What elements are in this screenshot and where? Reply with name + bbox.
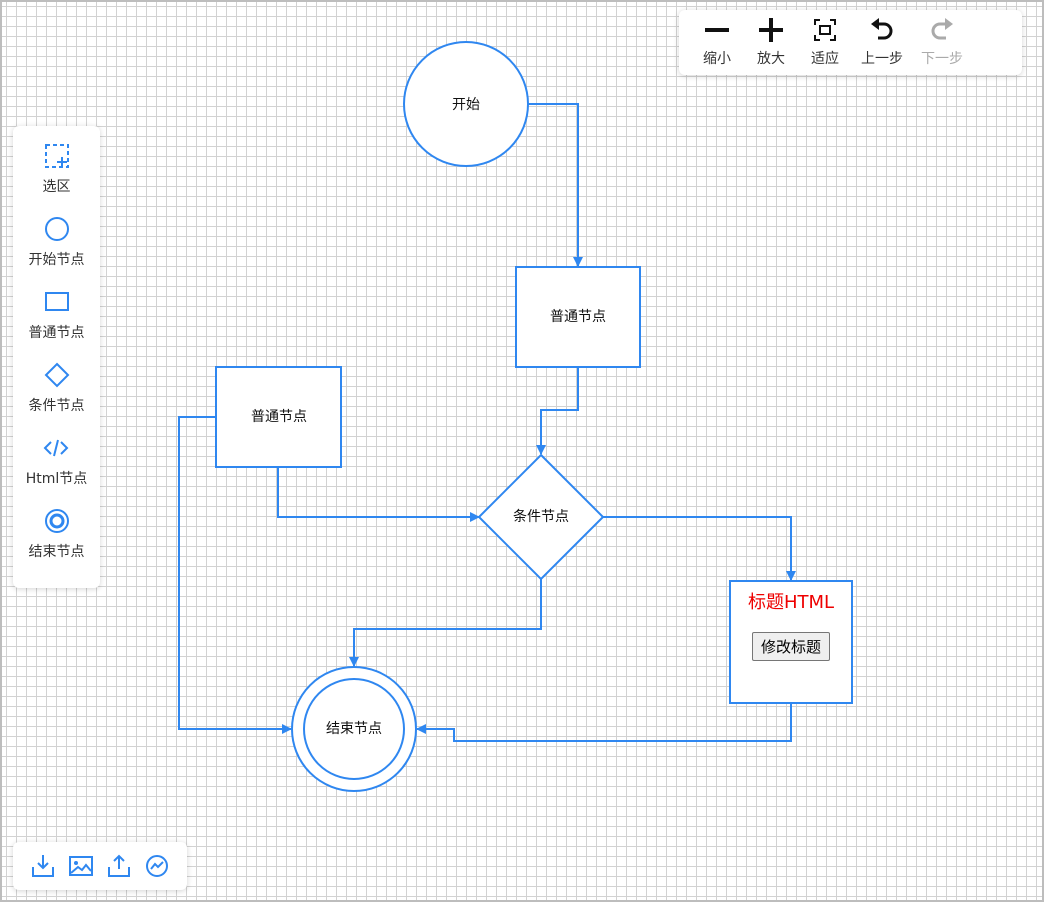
edge-normal2-to-condition[interactable] — [277, 467, 480, 522]
normal-node-2-label: 普通节点 — [251, 409, 307, 425]
minus-icon — [705, 28, 729, 32]
double-circle-icon — [44, 509, 69, 533]
end-node[interactable]: 结束节点 — [291, 666, 417, 792]
undo-label: 上一步 — [861, 51, 903, 67]
palette-item-normal-node[interactable]: 普通节点 — [29, 288, 85, 361]
html-node[interactable]: 标题HTML 修改标题 — [729, 580, 853, 704]
end-node-label: 结束节点 — [326, 721, 382, 737]
palette-item-label: 普通节点 — [28, 325, 85, 341]
palette-item-label: 条件节点 — [28, 398, 85, 414]
undo-button[interactable]: 上一步 — [861, 10, 903, 68]
edge-normal-to-condition[interactable] — [536, 367, 579, 455]
edge-start-to-normal[interactable] — [528, 103, 583, 267]
zoom-out-button[interactable]: 缩小 — [699, 10, 735, 68]
plus-icon — [759, 18, 783, 42]
palette-item-condition-node[interactable]: 条件节点 — [29, 361, 85, 434]
fit-label: 适应 — [811, 51, 839, 67]
redo-button[interactable]: 下一步 — [921, 10, 963, 68]
edge-condition-to-end[interactable] — [349, 579, 542, 667]
normal-node-1-label: 普通节点 — [550, 309, 606, 325]
palette-item-label: Html节点 — [25, 471, 88, 487]
top-toolbar: 缩小 放大 适应 上一步 下一步 — [679, 10, 1022, 75]
minimap-icon[interactable] — [143, 852, 171, 880]
palette-item-start-node[interactable]: 开始节点 — [29, 215, 85, 288]
download-icon[interactable] — [29, 852, 57, 880]
condition-node[interactable]: 条件节点 — [477, 453, 605, 581]
palette-item-end-node[interactable]: 结束节点 — [29, 507, 85, 580]
start-node[interactable]: 开始 — [403, 41, 529, 167]
edit-title-button[interactable]: 修改标题 — [751, 632, 830, 661]
zoom-out-label: 缩小 — [703, 51, 731, 67]
rect-icon — [44, 292, 69, 311]
upload-icon[interactable] — [105, 852, 133, 880]
zoom-in-label: 放大 — [757, 51, 785, 67]
redo-icon — [931, 18, 953, 40]
normal-node-2[interactable]: 普通节点 — [215, 366, 342, 468]
edge-html-to-end[interactable] — [416, 704, 792, 742]
fit-view-icon — [814, 19, 836, 41]
html-node-title: 标题HTML — [747, 592, 835, 613]
node-palette: 选区 开始节点 普通节点 条件节点 Html节点 结束节点 — [13, 126, 100, 588]
palette-item-label: 选区 — [42, 179, 71, 195]
circle-icon — [44, 217, 69, 241]
undo-icon — [871, 18, 893, 40]
start-node-label: 开始 — [452, 97, 480, 113]
redo-label: 下一步 — [921, 51, 963, 67]
flow-diagram[interactable]: 开始 普通节点 普通节点 条件节点 结束节点 — [0, 0, 1044, 902]
image-icon[interactable] — [67, 852, 95, 880]
condition-node-label: 条件节点 — [513, 508, 569, 525]
diamond-icon — [44, 362, 69, 388]
selection-icon — [44, 144, 69, 168]
palette-item-label: 结束节点 — [28, 544, 85, 560]
palette-item-selection[interactable]: 选区 — [43, 142, 71, 215]
bottom-tools — [13, 842, 187, 890]
edge-condition-to-html[interactable] — [603, 516, 796, 581]
normal-node-1[interactable]: 普通节点 — [515, 266, 641, 368]
code-icon — [44, 439, 69, 457]
palette-item-label: 开始节点 — [28, 252, 85, 268]
zoom-in-button[interactable]: 放大 — [753, 10, 789, 68]
fit-button[interactable]: 适应 — [807, 10, 843, 68]
palette-item-html-node[interactable]: Html节点 — [25, 434, 88, 507]
